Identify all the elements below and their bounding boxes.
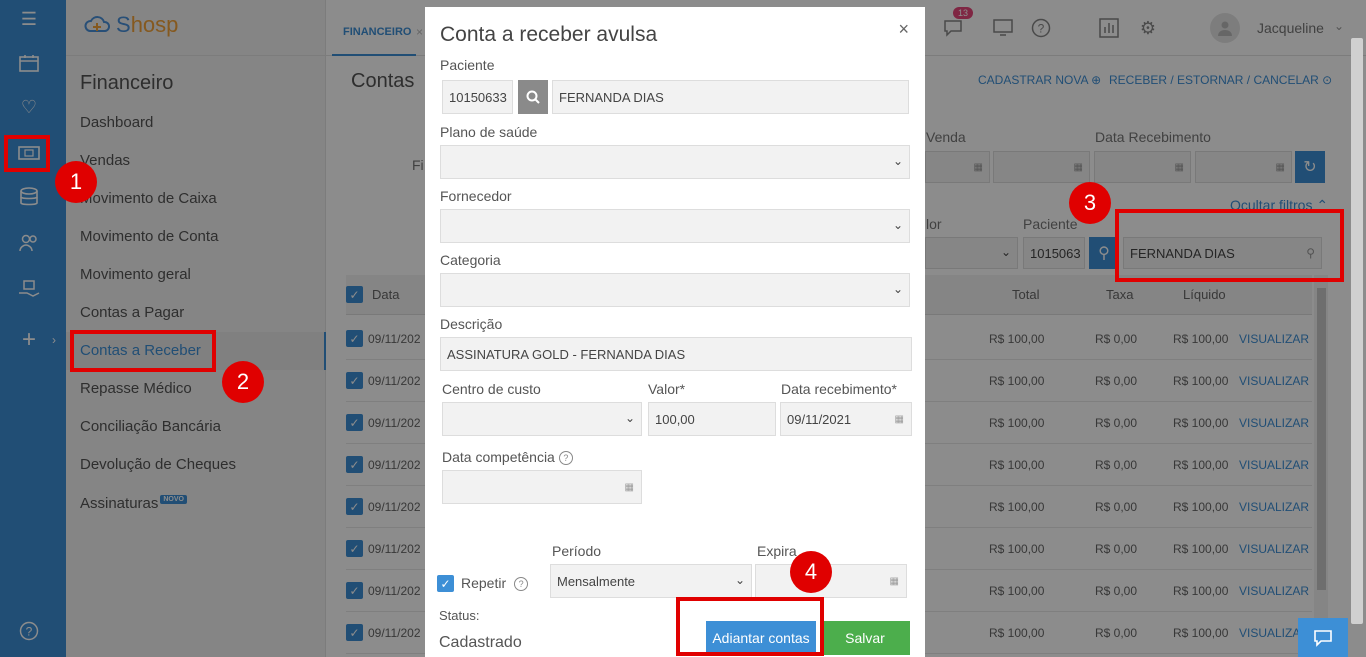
data-competencia-text: Data competência: [442, 449, 555, 465]
valor-input[interactable]: 100,00: [648, 402, 776, 436]
centro-custo-select[interactable]: ⌄: [442, 402, 642, 436]
salvar-button[interactable]: Salvar: [820, 621, 910, 655]
highlight-box-1: [4, 135, 50, 172]
descricao-label: Descrição: [440, 316, 503, 332]
paciente-name-input[interactable]: FERNANDA DIAS: [552, 80, 909, 114]
periodo-select[interactable]: Mensalmente ⌄: [550, 564, 752, 598]
repetir-label: Repetir?: [461, 575, 529, 592]
paciente-search-button[interactable]: [518, 80, 548, 114]
fornecedor-select[interactable]: ⌄: [440, 209, 910, 243]
paciente-code-input[interactable]: 10150633: [442, 80, 513, 114]
chevron-down-icon: ⌄: [892, 282, 903, 296]
chevron-down-icon: ⌄: [734, 573, 745, 587]
centro-custo-label: Centro de custo: [442, 381, 541, 397]
data-competencia-input[interactable]: ▦: [442, 470, 642, 504]
periodo-value: Mensalmente: [557, 573, 636, 589]
paciente-label: Paciente: [440, 57, 495, 73]
repetir-checkbox[interactable]: ✓: [437, 575, 454, 592]
step-marker-3: 3: [1069, 182, 1111, 224]
data-recebimento-label: Data recebimento*: [781, 381, 897, 397]
chevron-down-icon: ⌄: [624, 411, 635, 425]
status-label: Status:: [439, 608, 480, 623]
chevron-down-icon: ⌄: [892, 154, 903, 168]
calendar-icon: ▦: [624, 482, 634, 493]
window-scrollbar[interactable]: [1351, 38, 1363, 624]
calendar-icon: ▦: [894, 414, 904, 425]
highlight-box-4: [676, 597, 824, 656]
categoria-label: Categoria: [440, 252, 501, 268]
step-marker-2: 2: [222, 361, 264, 403]
data-competencia-label: Data competência?: [442, 449, 573, 466]
fornecedor-label: Fornecedor: [440, 188, 512, 204]
modal-title: Conta a receber avulsa: [440, 23, 658, 46]
valor-label: Valor*: [648, 381, 686, 397]
step-marker-4: 4: [790, 551, 832, 593]
data-recebimento-input[interactable]: 09/11/2021 ▦: [780, 402, 912, 436]
expira-label: Expira: [757, 543, 797, 559]
descricao-input[interactable]: ASSINATURA GOLD - FERNANDA DIAS: [440, 337, 912, 371]
plano-select[interactable]: ⌄: [440, 145, 910, 179]
plano-label: Plano de saúde: [440, 124, 538, 140]
chat-button[interactable]: [1298, 618, 1348, 657]
conta-receber-modal: Conta a receber avulsa × Paciente 101506…: [425, 7, 925, 657]
highlight-box-3: [1115, 209, 1344, 282]
chevron-down-icon: ⌄: [892, 218, 903, 232]
repetir-text: Repetir: [461, 575, 507, 591]
data-recebimento-value: 09/11/2021: [787, 411, 852, 427]
close-icon[interactable]: ×: [898, 19, 909, 40]
categoria-select[interactable]: ⌄: [440, 273, 910, 307]
highlight-box-2: [70, 330, 216, 372]
calendar-icon: ▦: [889, 576, 899, 587]
status-value: Cadastrado: [439, 634, 522, 651]
periodo-label: Período: [552, 543, 602, 559]
help-circle-icon[interactable]: ?: [558, 451, 573, 466]
help-circle-icon[interactable]: ?: [514, 577, 529, 592]
step-marker-1: 1: [55, 161, 97, 203]
